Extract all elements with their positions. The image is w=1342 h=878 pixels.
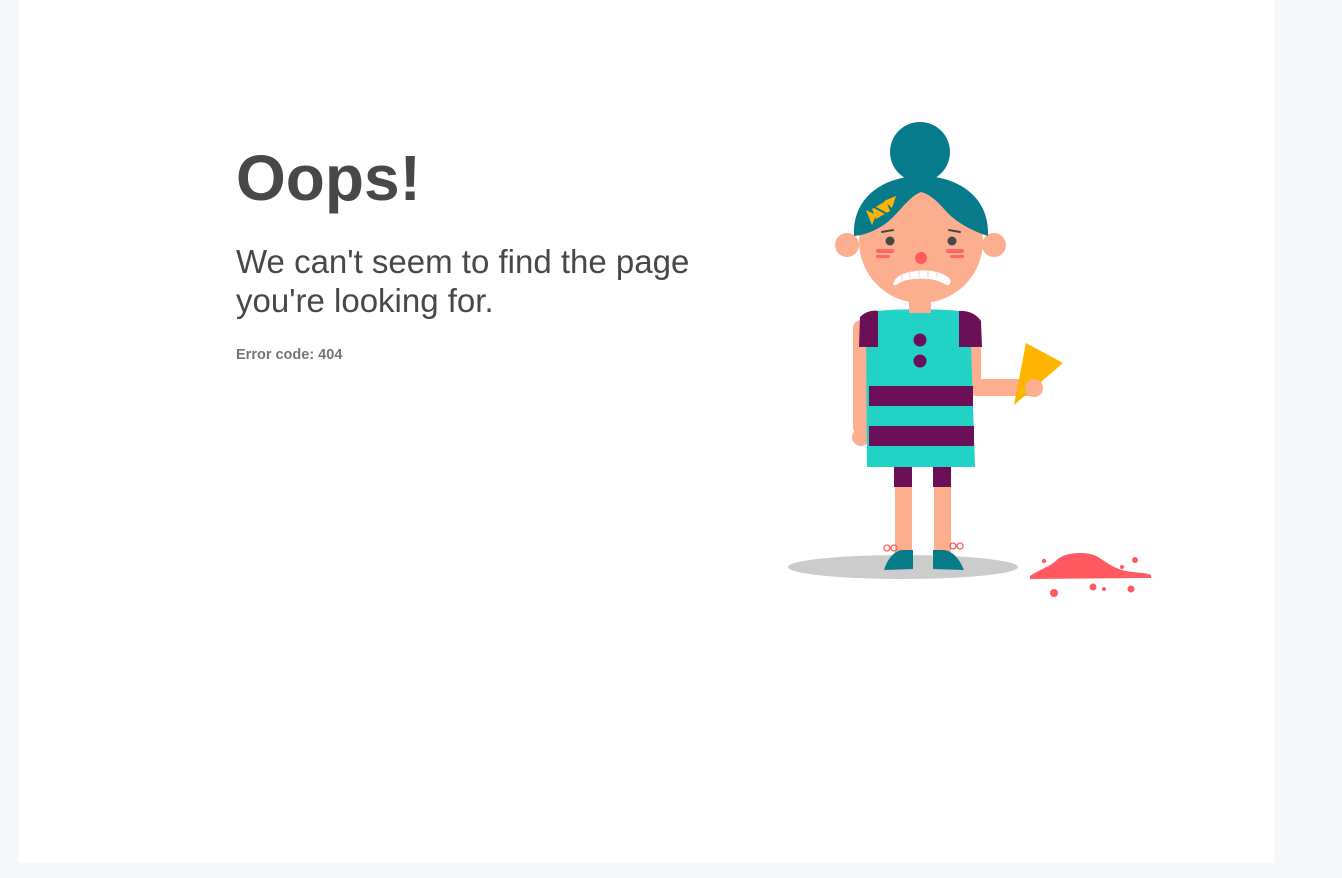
- error-code: Error code: 404: [236, 347, 343, 363]
- crying-girl-illustration: [788, 115, 1158, 605]
- left-short: [894, 465, 912, 487]
- crying-girl-icon: [788, 122, 1151, 597]
- right-hand: [1025, 379, 1043, 397]
- left-eye: [885, 236, 895, 246]
- left-ear: [835, 233, 859, 257]
- hair-bun: [890, 122, 950, 182]
- left-sleeve: [859, 310, 878, 347]
- right-short: [933, 465, 951, 487]
- error-message-block: Oops! We can't seem to find the page you…: [236, 140, 696, 364]
- dress-button-2: [913, 354, 927, 368]
- right-sleeve: [959, 310, 982, 347]
- left-cheek: [876, 249, 894, 253]
- ice-cream-splat-icon: [1030, 553, 1151, 597]
- page-card: Oops! We can't seem to find the page you…: [19, 0, 1274, 863]
- page-title: Oops!: [236, 142, 421, 214]
- dress-stripe-2: [869, 426, 974, 446]
- right-cheek: [946, 249, 964, 253]
- dress-button-1: [913, 333, 927, 347]
- dress-stripe-1: [869, 386, 973, 406]
- error-message: We can't seem to find the page you're lo…: [236, 243, 690, 319]
- right-ear: [982, 233, 1006, 257]
- nose: [915, 252, 927, 264]
- right-eye: [947, 236, 957, 246]
